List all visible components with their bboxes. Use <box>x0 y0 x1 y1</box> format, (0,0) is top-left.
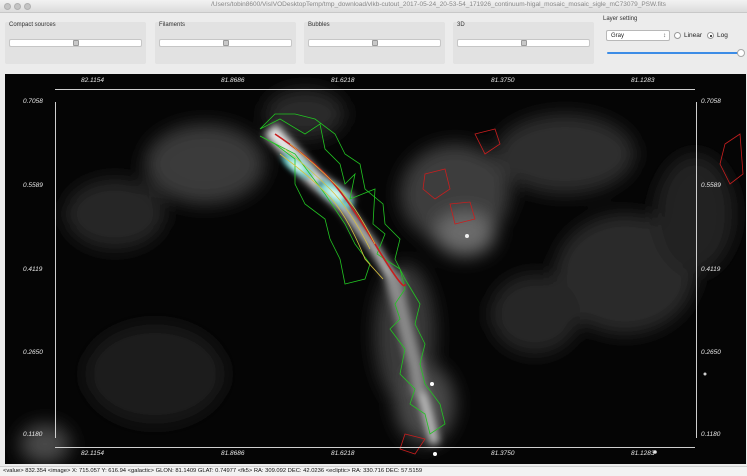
linear-radio[interactable] <box>674 32 681 39</box>
y-tick-label: 0.5589 <box>701 182 721 189</box>
window-title: /Users/tobin8600/VisIVODesktopTemp/tmp_d… <box>211 1 666 8</box>
left-axis-line <box>55 102 56 438</box>
x-tick-label: 82.1154 <box>81 450 105 457</box>
filaments-slider[interactable] <box>159 39 292 47</box>
compact-sources-slider[interactable] <box>9 39 142 47</box>
x-tick-label: 81.3750 <box>491 450 515 457</box>
log-label: Log <box>717 32 728 39</box>
x-tick-label: 81.6218 <box>331 450 355 457</box>
x-tick-label: 81.8686 <box>221 77 245 84</box>
y-tick-label: 0.4119 <box>701 266 721 273</box>
x-tick-label: 81.1283 <box>631 450 655 457</box>
y-tick-label: 0.1180 <box>23 431 43 438</box>
fits-image-view[interactable]: 82.1154 81.8686 81.6218 81.3750 81.1283 … <box>5 74 746 464</box>
colormap-select[interactable]: Gray ↕ <box>606 30 670 41</box>
x-tick-label: 81.8686 <box>221 450 245 457</box>
top-axis-line <box>55 89 695 90</box>
y-tick-label: 0.2650 <box>23 349 43 356</box>
updown-chevron-icon: ↕ <box>663 33 666 39</box>
log-radio[interactable] <box>707 32 714 39</box>
x-tick-label: 81.3750 <box>491 77 515 84</box>
slider-handle[interactable] <box>222 40 229 46</box>
right-axis-line <box>696 102 697 438</box>
3d-label: 3D <box>457 22 465 28</box>
3d-slider[interactable] <box>457 39 590 47</box>
slider-handle[interactable] <box>520 40 527 46</box>
slider-handle[interactable] <box>371 40 378 46</box>
close-window-icon[interactable] <box>4 3 11 10</box>
compact-sources-label: Compact sources <box>9 22 56 28</box>
layer-slider-track[interactable] <box>607 52 739 54</box>
x-tick-label: 82.1154 <box>81 77 105 84</box>
layer-slider-handle[interactable] <box>737 49 745 57</box>
x-tick-label: 81.6218 <box>331 77 355 84</box>
layer-setting-group: Layer setting Gray ↕ Linear Log <box>603 15 747 65</box>
y-tick-label: 0.5589 <box>23 182 43 189</box>
y-tick-label: 0.4119 <box>23 266 43 273</box>
bubbles-label: Bubbles <box>308 22 330 28</box>
compact-sources-panel: Compact sources <box>5 22 146 64</box>
y-tick-label: 0.2650 <box>701 349 721 356</box>
y-tick-label: 0.7058 <box>23 98 43 105</box>
window-titlebar: /Users/tobin8600/VisIVODesktopTemp/tmp_d… <box>0 0 747 13</box>
status-bar: <value> 832.354 <image> X: 715.057 Y: 61… <box>0 466 747 476</box>
bubbles-panel: Bubbles <box>304 22 445 64</box>
linear-label: Linear <box>684 32 703 39</box>
y-tick-label: 0.7058 <box>701 98 721 105</box>
minimize-window-icon[interactable] <box>14 3 21 10</box>
zoom-window-icon[interactable] <box>24 3 31 10</box>
y-tick-label: 0.1180 <box>701 431 721 438</box>
bottom-axis-line <box>55 447 695 448</box>
slider-handle[interactable] <box>72 40 79 46</box>
x-tick-label: 81.1283 <box>631 77 655 84</box>
3d-panel: 3D <box>453 22 594 64</box>
layer-setting-label: Layer setting <box>603 16 638 22</box>
filaments-panel: Filaments <box>155 22 296 64</box>
colormap-value: Gray <box>611 33 625 39</box>
bubbles-slider[interactable] <box>308 39 441 47</box>
filaments-label: Filaments <box>159 22 186 28</box>
diffuse-emission <box>20 89 735 464</box>
fits-image-canvas[interactable] <box>5 74 746 464</box>
